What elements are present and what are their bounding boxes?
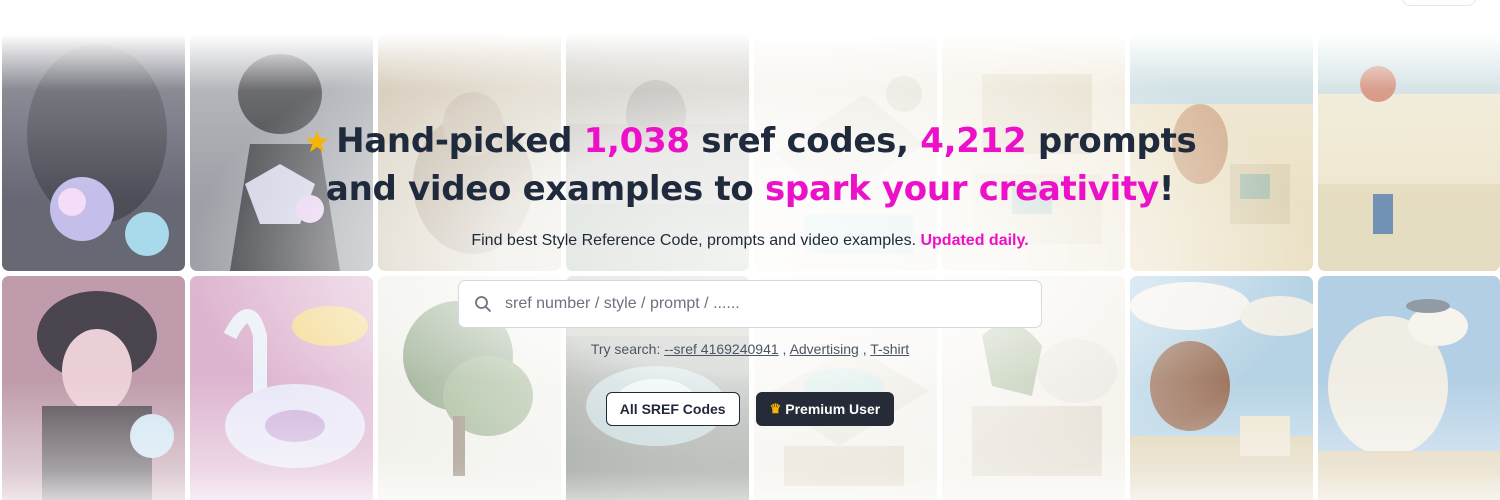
example-image xyxy=(1318,276,1500,500)
updated-daily-label: Updated daily. xyxy=(920,232,1029,249)
star-icon: ★ xyxy=(303,125,331,160)
try-search-link[interactable]: T-shirt xyxy=(870,341,909,357)
hero-buttons: All SREF Codes ♛ Premium User xyxy=(0,392,1500,426)
hero-subtitle: Find best Style Reference Code, prompts … xyxy=(0,232,1500,250)
subtitle-text: Find best Style Reference Code, prompts … xyxy=(471,232,921,249)
button-label: All SREF Codes xyxy=(619,401,726,417)
try-search: Try search: --sref 4169240941 , Advertis… xyxy=(0,341,1500,357)
premium-user-button[interactable]: ♛ Premium User xyxy=(755,392,895,426)
try-search-link[interactable]: --sref 4169240941 xyxy=(664,341,778,357)
all-sref-codes-button[interactable]: All SREF Codes xyxy=(605,392,740,426)
example-image xyxy=(1130,276,1313,500)
headline-text: prompts xyxy=(1026,121,1197,161)
crown-icon: ♛ xyxy=(769,401,782,416)
headline-text: sref codes, xyxy=(689,121,921,161)
sref-count: 1,038 xyxy=(583,121,690,161)
top-corner-button[interactable] xyxy=(1402,0,1476,6)
search-input[interactable] xyxy=(503,283,1027,325)
hero-page: ★ Hand-picked 1,038 sref codes, 4,212 pro… xyxy=(0,0,1500,500)
background-image-mosaic xyxy=(0,34,1500,500)
prompt-count: 4,212 xyxy=(920,121,1027,161)
try-search-link[interactable]: Advertising xyxy=(790,341,859,357)
button-label: Premium User xyxy=(785,401,881,417)
example-image xyxy=(190,276,373,500)
hero-headline: ★ Hand-picked 1,038 sref codes, 4,212 pro… xyxy=(0,118,1500,212)
headline-text: ! xyxy=(1158,169,1175,209)
hero-section: ★ Hand-picked 1,038 sref codes, 4,212 pro… xyxy=(0,118,1500,250)
headline-accent: spark your creativity xyxy=(765,169,1159,209)
headline-text: and video examples to xyxy=(325,169,765,209)
example-image xyxy=(2,276,185,500)
search-icon xyxy=(475,296,491,312)
headline-text: Hand-picked xyxy=(336,121,584,161)
separator: , xyxy=(858,341,871,357)
separator: , xyxy=(778,341,790,357)
search-box[interactable] xyxy=(458,280,1042,328)
try-search-label: Try search: xyxy=(590,341,665,357)
